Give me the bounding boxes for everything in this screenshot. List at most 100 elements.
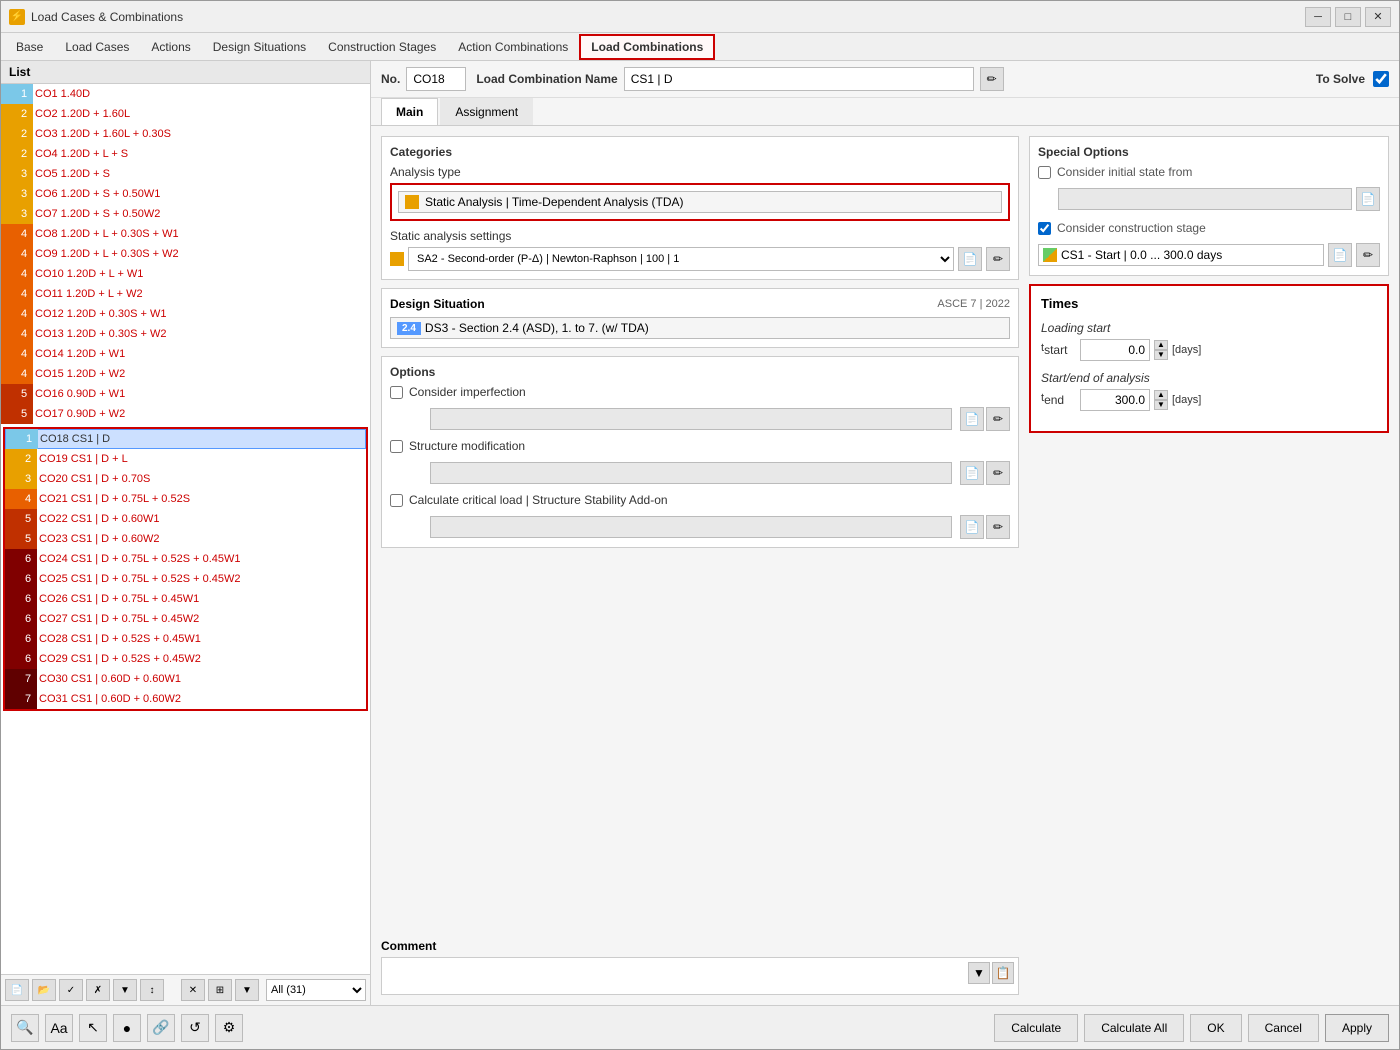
- list-item[interactable]: 4 CO13 1.20D + 0.30S + W2: [1, 324, 370, 344]
- no-input[interactable]: [406, 67, 466, 91]
- menu-design-situations[interactable]: Design Situations: [202, 35, 317, 59]
- construction-stage-checkbox[interactable]: [1038, 222, 1051, 235]
- list-item[interactable]: 4 CO21 CS1 | D + 0.75L + 0.52S: [5, 489, 366, 509]
- list-item[interactable]: 5 CO23 CS1 | D + 0.60W2: [5, 529, 366, 549]
- list-item[interactable]: 6 CO24 CS1 | D + 0.75L + 0.52S + 0.45W1: [5, 549, 366, 569]
- cs-edit-btn[interactable]: ✏: [1356, 243, 1380, 267]
- search-bottom-btn[interactable]: 🔍: [11, 1014, 39, 1042]
- minimize-button[interactable]: ─: [1305, 7, 1331, 27]
- close-button[interactable]: ✕: [1365, 7, 1391, 27]
- list-item[interactable]: 6 CO25 CS1 | D + 0.75L + 0.52S + 0.45W2: [5, 569, 366, 589]
- list-item[interactable]: 6 CO27 CS1 | D + 0.75L + 0.45W2: [5, 609, 366, 629]
- static-settings: Static analysis settings SA2 - Second-or…: [390, 229, 1010, 271]
- consider-imperfection-checkbox[interactable]: [390, 386, 403, 399]
- list-item[interactable]: 1 CO18 CS1 | D: [5, 429, 366, 449]
- list-area[interactable]: 1 CO1 1.40D 2 CO2 1.20D + 1.60L 2 CO3 1.…: [1, 84, 370, 974]
- list-item[interactable]: 5 CO17 0.90D + W2: [1, 404, 370, 424]
- list-item[interactable]: 2 CO4 1.20D + L + S: [1, 144, 370, 164]
- toolbar-new-btn[interactable]: 📄: [5, 979, 29, 1001]
- list-item[interactable]: 1 CO1 1.40D: [1, 84, 370, 104]
- list-item[interactable]: 4 CO10 1.20D + L + W1: [1, 264, 370, 284]
- maximize-button[interactable]: □: [1335, 7, 1361, 27]
- modification-new-btn[interactable]: 📄: [960, 461, 984, 485]
- list-item[interactable]: 6 CO26 CS1 | D + 0.75L + 0.45W1: [5, 589, 366, 609]
- list-item[interactable]: 4 CO12 1.20D + 0.30S + W1: [1, 304, 370, 324]
- list-filter-select[interactable]: All (31): [266, 979, 366, 1001]
- apply-button[interactable]: Apply: [1325, 1014, 1389, 1042]
- rotate-bottom-btn[interactable]: ↺: [181, 1014, 209, 1042]
- list-item[interactable]: 4 CO9 1.20D + L + 0.30S + W2: [1, 244, 370, 264]
- imperfection-edit-btn[interactable]: ✏: [986, 407, 1010, 431]
- toolbar-arrow-btn[interactable]: ▼: [235, 979, 259, 1001]
- toolbar-grid-btn[interactable]: ⊞: [208, 979, 232, 1001]
- circle-bottom-btn[interactable]: ●: [113, 1014, 141, 1042]
- imperfection-new-btn[interactable]: 📄: [960, 407, 984, 431]
- list-item[interactable]: 6 CO29 CS1 | D + 0.52S + 0.45W2: [5, 649, 366, 669]
- list-item[interactable]: 3 CO7 1.20D + S + 0.50W2: [1, 204, 370, 224]
- edit-name-btn[interactable]: ✏: [980, 67, 1004, 91]
- ok-button[interactable]: OK: [1190, 1014, 1241, 1042]
- name-input[interactable]: [624, 67, 974, 91]
- list-item[interactable]: 4 CO8 1.20D + L + 0.30S + W1: [1, 224, 370, 244]
- tab-assignment[interactable]: Assignment: [440, 98, 533, 125]
- tend-up-btn[interactable]: ▲: [1154, 390, 1168, 400]
- menu-base[interactable]: Base: [5, 35, 54, 59]
- toolbar-filter-btn[interactable]: ▼: [113, 979, 137, 1001]
- settings-edit-btn[interactable]: ✏: [986, 247, 1010, 271]
- initial-state-new-btn[interactable]: 📄: [1356, 187, 1380, 211]
- list-item[interactable]: 5 CO22 CS1 | D + 0.60W1: [5, 509, 366, 529]
- menu-action-combinations[interactable]: Action Combinations: [447, 35, 579, 59]
- menu-load-cases[interactable]: Load Cases: [54, 35, 140, 59]
- comment-dropdown-btn[interactable]: ▼: [968, 962, 990, 984]
- list-item[interactable]: 6 CO28 CS1 | D + 0.52S + 0.45W1: [5, 629, 366, 649]
- menu-load-combinations[interactable]: Load Combinations: [579, 34, 715, 60]
- list-item[interactable]: 3 CO6 1.20D + S + 0.50W1: [1, 184, 370, 204]
- list-item[interactable]: 3 CO5 1.20D + S: [1, 164, 370, 184]
- list-item[interactable]: 3 CO20 CS1 | D + 0.70S: [5, 469, 366, 489]
- cancel-button[interactable]: Cancel: [1248, 1014, 1319, 1042]
- bottom-bar: 🔍 Aa ↖ ● 🔗 ↺ ⚙ Calculate Calculate All O…: [1, 1005, 1399, 1049]
- toolbar-open-btn[interactable]: 📂: [32, 979, 56, 1001]
- list-item[interactable]: 5 CO16 0.90D + W1: [1, 384, 370, 404]
- menu-actions[interactable]: Actions: [140, 35, 201, 59]
- toolbar-cross-btn[interactable]: ✗: [86, 979, 110, 1001]
- tstart-up-btn[interactable]: ▲: [1154, 340, 1168, 350]
- tabs-bar: Main Assignment: [371, 98, 1399, 126]
- critical-load-checkbox[interactable]: [390, 494, 403, 507]
- calculate-all-button[interactable]: Calculate All: [1084, 1014, 1184, 1042]
- text-bottom-btn[interactable]: Aa: [45, 1014, 73, 1042]
- settings-bottom-btn[interactable]: ⚙: [215, 1014, 243, 1042]
- list-item[interactable]: 2 CO2 1.20D + 1.60L: [1, 104, 370, 124]
- toolbar-delete-btn[interactable]: ✕: [181, 979, 205, 1001]
- settings-new-btn[interactable]: 📄: [958, 247, 982, 271]
- tend-input[interactable]: [1080, 389, 1150, 411]
- critical-load-new-btn[interactable]: 📄: [960, 515, 984, 539]
- comment-input[interactable]: [386, 962, 966, 990]
- list-item[interactable]: 4 CO14 1.20D + W1: [1, 344, 370, 364]
- tend-down-btn[interactable]: ▼: [1154, 400, 1168, 410]
- initial-state-checkbox[interactable]: [1038, 166, 1051, 179]
- cursor-bottom-btn[interactable]: ↖: [79, 1014, 107, 1042]
- modification-edit-btn[interactable]: ✏: [986, 461, 1010, 485]
- list-item[interactable]: 4 CO15 1.20D + W2: [1, 364, 370, 384]
- settings-select[interactable]: SA2 - Second-order (P-Δ) | Newton-Raphso…: [408, 247, 954, 271]
- list-item[interactable]: 7 CO31 CS1 | 0.60D + 0.60W2: [5, 689, 366, 709]
- tstart-input[interactable]: [1080, 339, 1150, 361]
- structure-modification-checkbox[interactable]: [390, 440, 403, 453]
- list-item[interactable]: 2 CO3 1.20D + 1.60L + 0.30S: [1, 124, 370, 144]
- list-item[interactable]: 7 CO30 CS1 | 0.60D + 0.60W1: [5, 669, 366, 689]
- initial-state-input[interactable]: [1058, 188, 1352, 210]
- tstart-down-btn[interactable]: ▼: [1154, 350, 1168, 360]
- menu-construction-stages[interactable]: Construction Stages: [317, 35, 447, 59]
- list-item[interactable]: 4 CO11 1.20D + L + W2: [1, 284, 370, 304]
- critical-load-edit-btn[interactable]: ✏: [986, 515, 1010, 539]
- toolbar-check-btn[interactable]: ✓: [59, 979, 83, 1001]
- cs-new-btn[interactable]: 📄: [1328, 243, 1352, 267]
- list-item[interactable]: 2 CO19 CS1 | D + L: [5, 449, 366, 469]
- link-bottom-btn[interactable]: 🔗: [147, 1014, 175, 1042]
- comment-copy-btn[interactable]: 📋: [992, 962, 1014, 984]
- tab-main[interactable]: Main: [381, 98, 438, 125]
- calculate-button[interactable]: Calculate: [994, 1014, 1078, 1042]
- toolbar-sort-btn[interactable]: ↕: [140, 979, 164, 1001]
- to-solve-checkbox[interactable]: [1373, 71, 1389, 87]
